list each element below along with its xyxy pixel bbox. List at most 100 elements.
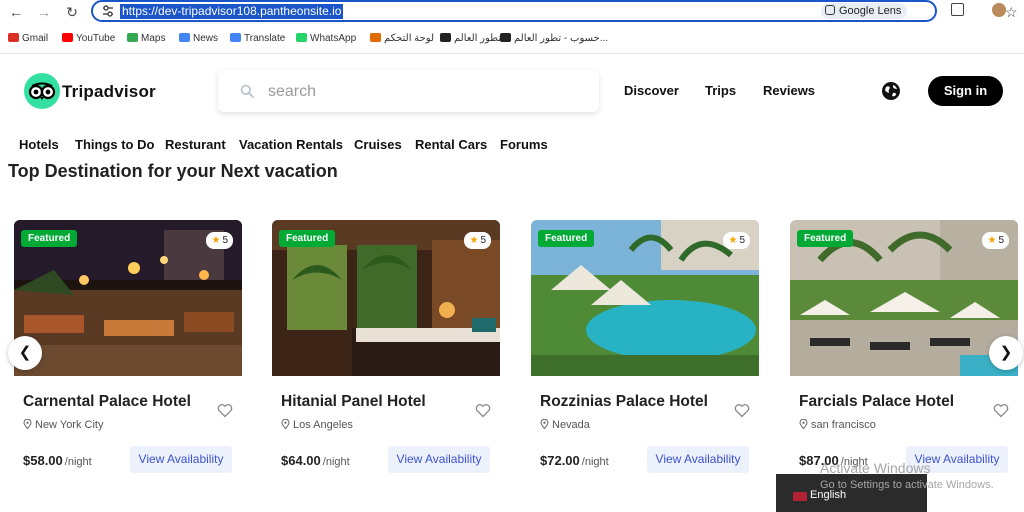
location-text: Nevada — [552, 419, 590, 431]
hotel-name[interactable]: Hitanial Panel Hotel — [281, 393, 426, 411]
featured-badge: Featured — [21, 230, 78, 247]
bookmark-item[interactable]: News — [179, 32, 218, 45]
category-rental-cars[interactable]: Rental Cars — [415, 137, 487, 152]
location-text: New York City — [35, 419, 104, 431]
rating-value: 5 — [998, 235, 1004, 246]
bookmark-item[interactable]: Gmail — [8, 32, 48, 45]
location-pin-icon — [23, 419, 32, 429]
hotel-card[interactable]: Featured ★ 5 Carnental Palace Hotel New Y… — [14, 220, 242, 495]
search-icon — [240, 84, 254, 98]
nav-reviews[interactable]: Reviews — [763, 83, 815, 98]
whatsapp-icon — [296, 33, 307, 42]
hotel-location: New York City — [23, 419, 103, 431]
bookmark-item[interactable]: WhatsApp — [296, 32, 356, 45]
bookmark-label: Translate — [244, 33, 286, 44]
youtube-icon — [62, 33, 73, 42]
carousel-prev-button[interactable]: ❮ — [8, 336, 42, 370]
lens-icon — [825, 5, 835, 15]
hotel-name[interactable]: Carnental Palace Hotel — [23, 393, 191, 411]
site-settings-icon[interactable] — [101, 4, 115, 18]
address-bar[interactable]: https://dev-tripadvisor108.pantheonsite.… — [91, 0, 1018, 22]
hotel-card[interactable]: Featured ★ 5 Hitanial Panel Hotel Los Ang… — [272, 220, 500, 495]
bookmark-label: WhatsApp — [310, 33, 357, 44]
nav-discover[interactable]: Discover — [624, 83, 679, 98]
rating-badge: ★ 5 — [723, 232, 750, 249]
heart-icon[interactable] — [217, 403, 233, 418]
owl-logo-icon — [24, 73, 60, 109]
translate-icon — [230, 33, 241, 42]
search-input[interactable] — [266, 78, 570, 106]
hotel-name[interactable]: Farcials Palace Hotel — [799, 393, 954, 411]
category-things-to-do[interactable]: Things to Do — [75, 137, 154, 152]
price-unit: /night — [64, 456, 92, 468]
hotel-card[interactable]: Featured ★ 5 Farcials Palace Hotel san fr… — [790, 220, 1018, 495]
hotel-price: $58.00/night — [23, 452, 92, 470]
location-text: Los Angeles — [293, 419, 353, 431]
bookmark-label: لوحة التحكم — [384, 33, 435, 44]
bookmark-item[interactable]: لوحة التحكم — [370, 32, 434, 45]
brand-name: Tripadvisor — [62, 82, 156, 101]
heart-icon[interactable] — [475, 403, 491, 418]
hotel-name[interactable]: Rozzinias Palace Hotel — [540, 393, 708, 411]
location-pin-icon — [799, 419, 808, 429]
bookmark-label: News — [193, 33, 219, 44]
forward-arrow-icon[interactable]: → — [36, 4, 52, 20]
bookmarks-bar: Gmail YouTube Maps News Translate WhatsApp لوح… — [0, 30, 1024, 48]
location-text: san francisco — [811, 419, 876, 431]
bookmark-item[interactable]: حسوب - تطور العالم... — [500, 32, 608, 45]
browser-chrome: ← → ↻ https://dev-tripadvisor108.pantheo… — [0, 0, 1024, 54]
activate-windows-subtitle: Go to Settings to activate Windows. — [820, 479, 994, 491]
url-text[interactable]: https://dev-tripadvisor108.pantheonsite.… — [120, 4, 344, 19]
hotel-location: Los Angeles — [281, 419, 353, 431]
price-amount: $58.00 — [23, 453, 63, 468]
location-pin-icon — [281, 419, 290, 429]
hotel-price: $72.00/night — [540, 452, 609, 470]
bookmark-label: Maps — [141, 33, 166, 44]
bookmark-item[interactable]: YouTube — [62, 32, 115, 45]
category-restaurant[interactable]: Resturant — [165, 137, 226, 152]
hotel-price: $64.00/night — [281, 452, 350, 470]
extensions-icon[interactable] — [951, 3, 964, 16]
nav-trips[interactable]: Trips — [705, 83, 736, 98]
bookmark-item[interactable]: Translate — [230, 32, 285, 45]
category-forums[interactable]: Forums — [500, 137, 548, 152]
gmail-icon — [8, 33, 19, 42]
globe-icon[interactable] — [881, 81, 901, 101]
view-availability-button[interactable]: View Availability — [647, 446, 749, 473]
rating-value: 5 — [480, 235, 486, 246]
rating-badge: ★ 5 — [464, 232, 491, 249]
heart-icon[interactable] — [734, 403, 750, 418]
google-lens-label: Google Lens — [839, 5, 902, 17]
price-amount: $72.00 — [540, 453, 580, 468]
chevron-right-icon: ❯ — [999, 344, 1013, 361]
reload-icon[interactable]: ↻ — [64, 4, 80, 20]
rating-badge: ★ 5 — [982, 232, 1009, 249]
heart-icon[interactable] — [993, 403, 1009, 418]
bookmark-icon — [440, 33, 451, 42]
carousel-next-button[interactable]: ❯ — [989, 336, 1023, 370]
star-icon: ★ — [987, 235, 997, 246]
category-hotels[interactable]: Hotels — [19, 137, 59, 152]
featured-badge: Featured — [797, 230, 854, 247]
view-availability-button[interactable]: View Availability — [130, 446, 232, 473]
back-arrow-icon[interactable]: ← — [8, 4, 24, 20]
location-pin-icon — [540, 419, 549, 429]
view-availability-button[interactable]: View Availability — [388, 446, 490, 473]
profile-avatar[interactable] — [992, 3, 1006, 17]
price-amount: $64.00 — [281, 453, 321, 468]
price-unit: /night — [322, 456, 350, 468]
sign-in-button[interactable]: Sign in — [928, 76, 1003, 106]
bookmark-star-icon[interactable]: ☆ — [1005, 4, 1018, 20]
rating-value: 5 — [222, 235, 228, 246]
category-vacation-rentals[interactable]: Vacation Rentals — [239, 137, 343, 152]
category-cruises[interactable]: Cruises — [354, 137, 402, 152]
search-box[interactable] — [218, 70, 599, 112]
hotel-card[interactable]: Featured ★ 5 Rozzinias Palace Hotel Nevad… — [531, 220, 759, 495]
star-icon: ★ — [728, 235, 738, 246]
google-lens-button[interactable]: Google Lens — [821, 3, 908, 19]
chevron-left-icon: ❮ — [18, 344, 32, 361]
flag-icon — [793, 492, 807, 501]
featured-badge: Featured — [279, 230, 336, 247]
bookmark-item[interactable]: Maps — [127, 32, 165, 45]
hotel-location: san francisco — [799, 419, 876, 431]
